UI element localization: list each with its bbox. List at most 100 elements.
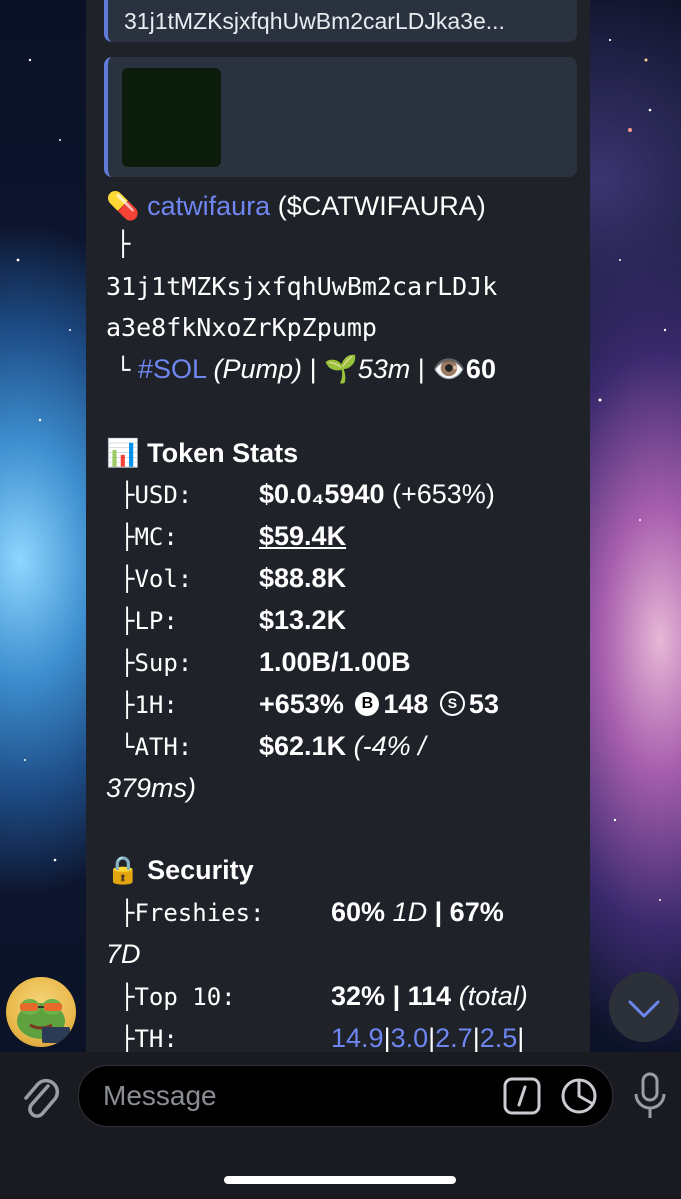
stat-row-1h: ├1H:	[120, 691, 178, 719]
security-title: Security	[147, 855, 254, 885]
ath-value: $62.1K (-4% /	[259, 731, 426, 762]
token-ticker: ($CATWIFAURA)	[277, 191, 486, 221]
sells-icon: S	[439, 691, 465, 717]
message-placeholder: Message	[103, 1080, 217, 1111]
stat-label: 1H:	[134, 691, 178, 719]
tree-corner: └	[120, 733, 135, 761]
microphone-icon	[634, 1072, 666, 1118]
ath-change: (-4% /	[353, 731, 426, 761]
contract-address-line1[interactable]: 31j1tMZKsjxfqhUwBm2carLDJk	[106, 272, 497, 301]
pill-icon: 💊	[106, 191, 140, 221]
top10-value: 32% | 114 (total)	[331, 981, 528, 1012]
period-label: 1D	[392, 897, 428, 927]
security-header: 🔒 Security	[106, 854, 254, 886]
stat-row-ath: └ATH:	[120, 733, 192, 761]
supply-value: 1.00B/1.00B	[259, 647, 411, 677]
stat-label: USD:	[134, 481, 193, 509]
holder-count: 114	[407, 981, 452, 1011]
token-title-line: 💊 catwifaura ($CATWIFAURA)	[106, 190, 486, 222]
security-row-top10: ├Top 10:	[120, 983, 236, 1011]
holder-link[interactable]: 2.5	[480, 1023, 518, 1053]
sticker-button[interactable]	[560, 1077, 598, 1115]
top-holders-values: 14.9|3.0|2.7|2.5|	[331, 1023, 524, 1054]
view-count: 60	[465, 354, 496, 384]
separator: |	[517, 1023, 525, 1053]
token-name-link[interactable]: catwifaura	[147, 191, 270, 221]
attach-button[interactable]	[18, 1072, 62, 1120]
lock-icon: 🔒	[106, 855, 140, 885]
stat-label: LP:	[134, 607, 178, 635]
freshies-7d: 67%	[449, 897, 504, 927]
eye-icon: 👁️	[432, 354, 466, 384]
stat-label: Top 10:	[134, 983, 236, 1011]
tree-branch: ├	[120, 565, 135, 593]
separator: |	[417, 354, 425, 384]
sells-count: 53	[468, 689, 499, 719]
liquidity-value: $13.2K	[259, 605, 347, 635]
tree-branch: ├	[120, 607, 135, 635]
scroll-down-button[interactable]	[609, 972, 679, 1042]
token-stats-title: Token Stats	[147, 438, 299, 468]
chart-icon: 📊	[106, 438, 140, 468]
ath-time: 379ms)	[106, 773, 197, 803]
contract-address-line2[interactable]: a3e8fkNxoZrKpZpump	[106, 313, 377, 342]
stat-label: Sup:	[134, 649, 193, 677]
one-hour-value: +653% B 148 S 53	[259, 689, 499, 720]
command-button[interactable]	[503, 1077, 541, 1115]
sticker-icon	[561, 1078, 597, 1114]
preview-thumbnail[interactable]	[122, 68, 221, 167]
holder-link[interactable]: 3.0	[391, 1023, 429, 1053]
token-age: 53m	[357, 354, 411, 384]
stat-row-lp: ├LP:	[120, 607, 178, 635]
sender-avatar[interactable]	[6, 977, 76, 1047]
seedling-icon: 🌱	[324, 354, 358, 384]
security-row-freshies: ├Freshies:	[120, 899, 265, 927]
chain-hashtag[interactable]: #SOL	[138, 354, 206, 384]
tree-branch: ├	[120, 649, 135, 677]
tree-branch: ├	[120, 983, 135, 1011]
market-cap-link[interactable]: $59.4K	[259, 521, 346, 552]
stat-label: TH:	[134, 1025, 178, 1053]
stat-label: Vol:	[134, 565, 193, 593]
token-meta-line: └ #SOL (Pump) | 🌱53m | 👁️60	[116, 353, 496, 385]
ath-mc: $62.1K	[259, 731, 347, 761]
stat-label: Freshies:	[134, 899, 265, 927]
stat-value-usd: $0.0₄5940 (+653%)	[259, 479, 495, 510]
stat-row-usd: ├USD:	[120, 481, 192, 509]
freshies-1d: 60%	[331, 897, 386, 927]
home-indicator	[224, 1176, 456, 1184]
holder-link[interactable]: 2.7	[435, 1023, 473, 1053]
stat-row-vol: ├Vol:	[120, 565, 192, 593]
tree-branch: ├	[116, 230, 131, 258]
separator: |	[383, 1023, 391, 1053]
frog-avatar-icon	[17, 999, 70, 1043]
separator: |	[472, 1023, 480, 1053]
forwarded-address: 31j1tMZKsjxfqhUwBm2carLDJka3e...	[124, 8, 505, 34]
platform-label: (Pump)	[213, 354, 303, 384]
stat-row-sup: ├Sup:	[120, 649, 192, 677]
total-note: (total)	[458, 981, 528, 1011]
period-label-7d: 7D	[106, 939, 141, 969]
tree-branch: ├	[120, 523, 135, 551]
voice-button[interactable]	[631, 1072, 669, 1120]
price-value: $0.0₄5940	[259, 479, 385, 509]
paperclip-icon	[24, 1078, 60, 1118]
stat-label: ATH:	[134, 733, 193, 761]
price-change: (+653%)	[392, 479, 495, 509]
separator: |	[309, 354, 317, 384]
tree-branch: ├	[120, 899, 135, 927]
security-row-th: ├TH:	[120, 1025, 178, 1053]
tree-branch: ├	[120, 1025, 135, 1053]
forwarded-text-block[interactable]: 31j1tMZKsjxfqhUwBm2carLDJka3e...	[104, 0, 577, 42]
tree-branch: ├	[120, 481, 135, 509]
buys-count: 148	[383, 689, 429, 719]
one-hour-change: +653%	[259, 689, 344, 719]
tree-corner: └	[116, 356, 131, 384]
separator: |	[392, 981, 401, 1011]
separator: |	[434, 897, 443, 927]
link-preview[interactable]	[104, 57, 577, 177]
message-input[interactable]: Message	[78, 1065, 613, 1127]
buys-icon: B	[355, 691, 380, 716]
chevron-down-icon	[628, 1000, 660, 1018]
holder-link[interactable]: 14.9	[331, 1023, 384, 1053]
